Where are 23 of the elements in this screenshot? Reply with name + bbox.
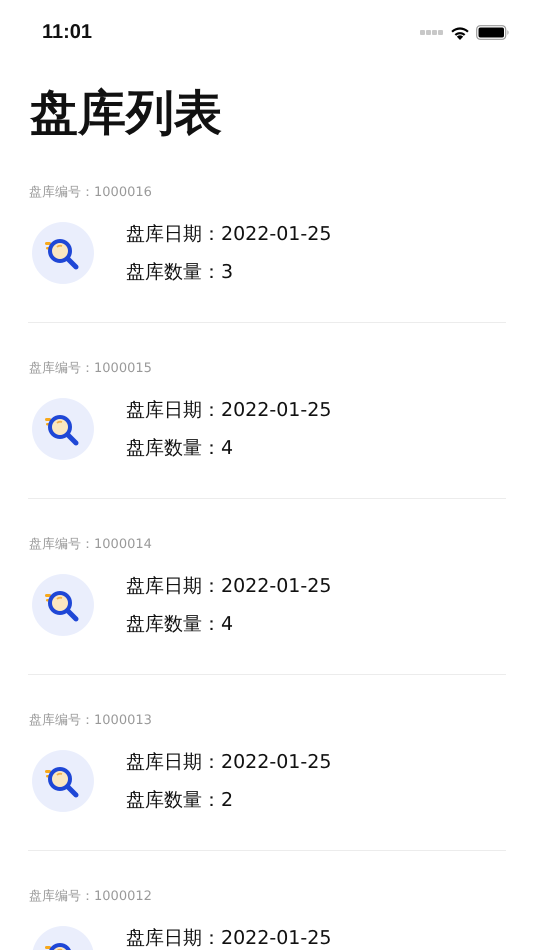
record-quantity: 盘库数量：4 <box>126 436 234 460</box>
page-title: 盘库列表 <box>30 84 223 143</box>
record-quantity: 盘库数量：4 <box>126 612 234 636</box>
record-number: 盘库编号：1000015 <box>29 361 153 377</box>
record-date: 盘库日期：2022-01-25 <box>126 926 332 950</box>
record-number: 盘库编号：1000014 <box>29 537 153 553</box>
record-date: 盘库日期：2022-01-25 <box>126 398 332 422</box>
magnifier-icon <box>32 398 94 460</box>
record-date: 盘库日期：2022-01-25 <box>126 574 332 598</box>
signal-icon <box>420 30 444 36</box>
status-time: 11:01 <box>42 22 92 42</box>
record-date: 盘库日期：2022-01-25 <box>126 222 332 246</box>
magnifier-icon <box>32 750 94 812</box>
magnifier-icon <box>32 222 94 284</box>
battery-icon <box>476 25 510 40</box>
record-number: 盘库编号：1000012 <box>29 889 153 905</box>
record-number: 盘库编号：1000016 <box>29 185 153 201</box>
record-quantity: 盘库数量：2 <box>126 788 234 812</box>
record-quantity: 盘库数量：3 <box>126 260 234 284</box>
record-number: 盘库编号：1000013 <box>29 713 153 729</box>
magnifier-icon <box>32 574 94 636</box>
record-date: 盘库日期：2022-01-25 <box>126 750 332 774</box>
wifi-icon <box>450 25 470 40</box>
